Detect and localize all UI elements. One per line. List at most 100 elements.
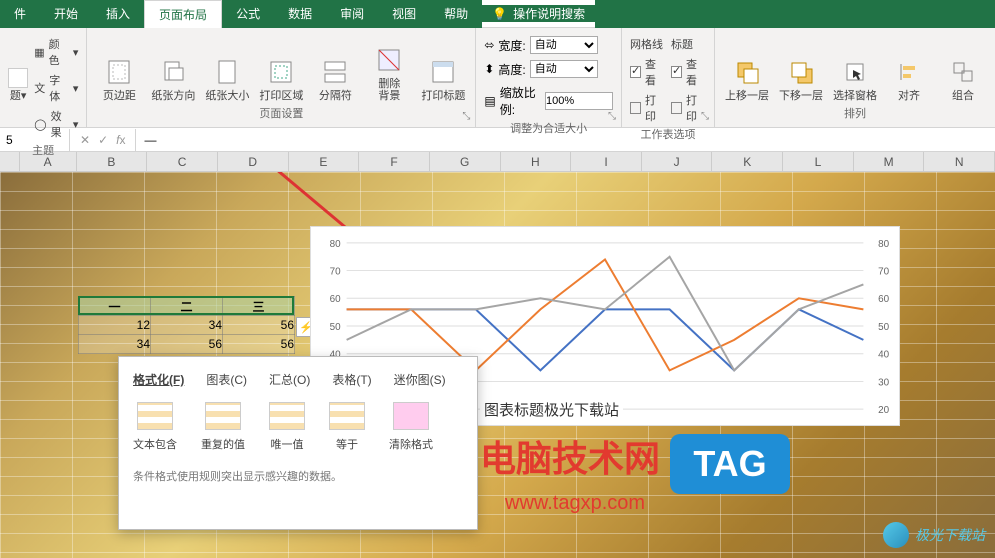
col-M[interactable]: M	[854, 152, 925, 171]
watermark-tag: TAG	[670, 434, 790, 494]
tab-review[interactable]: 审阅	[326, 0, 378, 28]
svg-text:60: 60	[878, 294, 889, 305]
background-button[interactable]: 删除 背景	[365, 32, 413, 102]
tab-data[interactable]: 数据	[274, 0, 326, 28]
col-B[interactable]: B	[77, 152, 148, 171]
headings-view[interactable]: 查看	[671, 56, 706, 88]
svg-text:80: 80	[330, 239, 341, 250]
tab-formula[interactable]: 公式	[222, 0, 274, 28]
group-arrange: 上移一层 下移一层 选择窗格 对齐 组合 排列	[715, 28, 995, 127]
orientation-button[interactable]: 纸张方向	[149, 32, 197, 102]
tab-file[interactable]: 件	[0, 0, 40, 28]
scale-zoom[interactable]: ▤缩放比例:	[484, 84, 613, 118]
select-all-corner[interactable]	[0, 152, 20, 171]
svg-text:20: 20	[878, 405, 889, 416]
send-backward-button[interactable]: 下移一层	[777, 32, 825, 102]
print-titles-button[interactable]: 打印标题	[419, 32, 467, 102]
height-select[interactable]: 自动	[530, 60, 598, 78]
zoom-input[interactable]	[545, 92, 613, 110]
tab-page-layout[interactable]: 页面布局	[144, 0, 222, 28]
qa-text-contains[interactable]: 文本包含	[133, 402, 177, 452]
font-icon: 文	[34, 80, 45, 96]
col-H[interactable]: H	[501, 152, 572, 171]
width-select[interactable]: 自动	[530, 36, 598, 54]
fx-icon[interactable]: fx	[116, 133, 125, 147]
group-button[interactable]: 组合	[939, 32, 987, 102]
tell-me[interactable]: 💡 操作说明搜索	[482, 5, 595, 22]
tab-home[interactable]: 开始	[40, 0, 92, 28]
table-row[interactable]: 123456	[79, 316, 295, 335]
qa-clear-format[interactable]: 清除格式	[389, 402, 433, 452]
scale-height[interactable]: ⬍高度:自动	[484, 60, 613, 78]
group-themes: 题▾ ▦颜色▾ 文字体▾ ◯效果▾ 主题	[0, 28, 87, 127]
themes-button[interactable]: 题▾	[8, 32, 28, 102]
gridlines-view[interactable]: 查看	[630, 56, 665, 88]
worksheet-area[interactable]: 一 二 三 123456 345656 ⚡ 80706050403020 807…	[0, 172, 995, 558]
col-L[interactable]: L	[783, 152, 854, 171]
print-area-button[interactable]: 打印区域	[257, 32, 305, 102]
logo-icon	[883, 522, 909, 548]
table-header[interactable]: 二	[151, 297, 223, 316]
table-header[interactable]: 一	[79, 297, 151, 316]
tab-insert[interactable]: 插入	[92, 0, 144, 28]
enter-icon[interactable]: ✓	[98, 133, 108, 147]
qa-tab-chart[interactable]: 图表(C)	[206, 371, 247, 388]
watermark-title: 电脑技术网	[480, 430, 660, 482]
qa-description: 条件格式使用规则突出显示感兴趣的数据。	[133, 468, 463, 484]
qa-equal-to[interactable]: 等于	[329, 402, 365, 452]
quick-analysis-popup: 格式化(F) 图表(C) 汇总(O) 表格(T) 迷你图(S) 文本包含 重复的…	[118, 356, 478, 530]
gridlines-label: 网格线	[630, 36, 665, 52]
col-I[interactable]: I	[571, 152, 642, 171]
cancel-icon[interactable]: ✕	[80, 133, 90, 147]
data-table[interactable]: 一 二 三 123456 345656	[78, 296, 295, 354]
col-C[interactable]: C	[147, 152, 218, 171]
align-button[interactable]: 对齐	[885, 32, 933, 102]
group-label-sheet: 工作表选项	[640, 124, 695, 144]
qa-unique-values[interactable]: 唯一值	[269, 402, 305, 452]
col-N[interactable]: N	[924, 152, 995, 171]
column-headers: A B C D E F G H I J K L M N	[0, 152, 995, 172]
col-D[interactable]: D	[218, 152, 289, 171]
col-E[interactable]: E	[289, 152, 360, 171]
chart-title[interactable]: 图表标题极光下载站	[480, 397, 623, 422]
group-label-page-setup: 页面设置	[259, 103, 303, 123]
headings-label: 标题	[671, 36, 706, 52]
group-page-setup: 页边距 纸张方向 纸张大小 打印区域 分隔符 删除 背景 打印标题 页面设置 ⤡	[87, 28, 476, 127]
tab-view[interactable]: 视图	[378, 0, 430, 28]
svg-text:50: 50	[878, 322, 889, 333]
qa-tab-total[interactable]: 汇总(O)	[269, 371, 310, 388]
sheet-launcher[interactable]: ⤡	[698, 111, 712, 125]
qa-tab-sparkline[interactable]: 迷你图(S)	[394, 371, 446, 388]
group-label-arrange: 排列	[844, 103, 866, 123]
group-scale: ⬄宽度:自动 ⬍高度:自动 ▤缩放比例: 调整为合适大小 ⤡	[476, 28, 622, 127]
gridlines-print[interactable]: 打印	[630, 92, 665, 124]
qa-tab-format[interactable]: 格式化(F)	[133, 371, 184, 388]
theme-fonts[interactable]: 文字体▾	[34, 72, 78, 104]
table-header[interactable]: 三	[223, 297, 295, 316]
breaks-button[interactable]: 分隔符	[311, 32, 359, 102]
ribbon: 题▾ ▦颜色▾ 文字体▾ ◯效果▾ 主题 页边距 纸张方向 纸张大小 打印区域 …	[0, 28, 995, 128]
selection-pane-button[interactable]: 选择窗格	[831, 32, 879, 102]
lightbulb-icon: 💡	[492, 7, 507, 21]
bring-forward-button[interactable]: 上移一层	[723, 32, 771, 102]
table-row[interactable]: 345656	[79, 335, 295, 354]
col-K[interactable]: K	[712, 152, 783, 171]
qa-duplicate-values[interactable]: 重复的值	[201, 402, 245, 452]
theme-colors[interactable]: ▦颜色▾	[34, 36, 78, 68]
svg-text:70: 70	[330, 267, 341, 278]
scale-width[interactable]: ⬄宽度:自动	[484, 36, 613, 54]
group-label-scale: 调整为合适大小	[510, 118, 587, 138]
theme-effects[interactable]: ◯效果▾	[34, 108, 78, 140]
svg-text:50: 50	[330, 322, 341, 333]
margins-button[interactable]: 页边距	[95, 32, 143, 102]
page-setup-launcher[interactable]: ⤡	[459, 111, 473, 125]
tab-bar: 件 开始 插入 页面布局 公式 数据 审阅 视图 帮助 💡 操作说明搜索	[0, 0, 995, 28]
col-F[interactable]: F	[359, 152, 430, 171]
qa-tab-table[interactable]: 表格(T)	[332, 371, 371, 388]
formula-bar: 5 ✕ ✓ fx —	[0, 128, 995, 152]
col-J[interactable]: J	[642, 152, 713, 171]
size-button[interactable]: 纸张大小	[203, 32, 251, 102]
scale-launcher[interactable]: ⤡	[605, 111, 619, 125]
tab-help[interactable]: 帮助	[430, 0, 482, 28]
col-G[interactable]: G	[430, 152, 501, 171]
